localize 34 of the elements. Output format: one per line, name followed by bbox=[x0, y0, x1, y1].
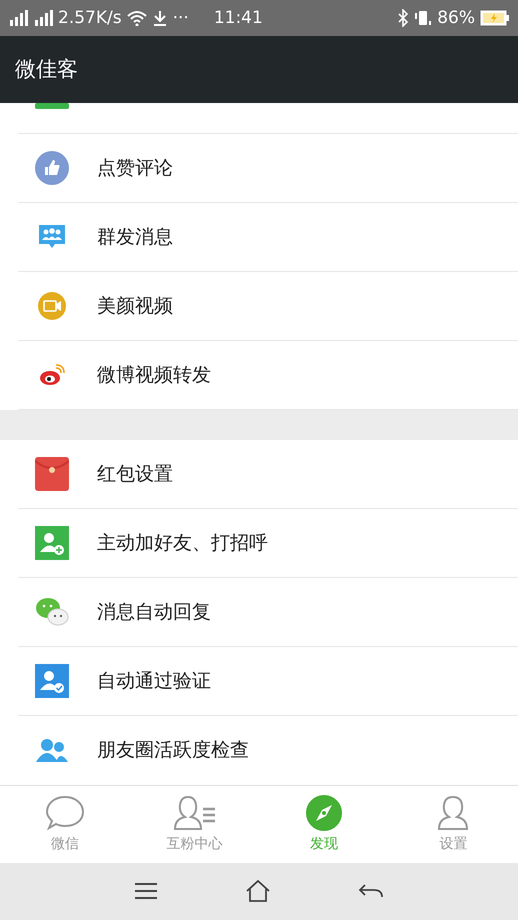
contacts-icon bbox=[171, 795, 218, 832]
back-icon[interactable] bbox=[358, 883, 384, 900]
menu-item[interactable]: 消息自动回复 bbox=[18, 578, 518, 647]
weibo-logo-icon bbox=[39, 364, 65, 386]
menu-item[interactable]: 朋友圈活跃度检查 bbox=[18, 716, 518, 785]
menu-icon[interactable] bbox=[134, 882, 158, 900]
menu-item[interactable]: 点赞评论 bbox=[18, 134, 518, 203]
menu-item[interactable]: 群发消息 bbox=[18, 202, 518, 272]
wifi-icon bbox=[126, 10, 147, 26]
menu-item[interactable]: 红包设置 bbox=[18, 440, 518, 509]
vibrate-icon bbox=[414, 8, 432, 27]
thumbs-up-icon bbox=[35, 150, 69, 185]
more-indicator: ··· bbox=[172, 8, 189, 28]
app-title: 微佳客 bbox=[15, 56, 78, 84]
chat-bubble-icon bbox=[44, 795, 85, 832]
friends-icon bbox=[36, 738, 68, 762]
envelope-icon bbox=[35, 456, 69, 491]
bluetooth-icon bbox=[397, 8, 410, 27]
network-speed: 2.57K/s bbox=[58, 8, 122, 28]
clock: 11:41 bbox=[214, 8, 263, 28]
chat-bubbles-icon bbox=[35, 596, 69, 627]
compass-icon bbox=[306, 795, 342, 832]
battery-icon bbox=[480, 10, 510, 26]
menu-item[interactable]: 自动通过验证 bbox=[18, 646, 518, 716]
menu-item[interactable]: 美颜视频 bbox=[18, 272, 518, 341]
signal-icon bbox=[33, 10, 53, 26]
download-icon bbox=[152, 10, 168, 26]
add-contact-icon bbox=[35, 526, 69, 560]
battery-level: 86% bbox=[437, 8, 475, 28]
menu-item[interactable]: 主动加好友、打招呼 bbox=[18, 508, 518, 578]
verified-contact-icon bbox=[35, 664, 69, 698]
video-camera-icon bbox=[37, 290, 67, 321]
home-icon[interactable] bbox=[246, 880, 270, 902]
signal-icon bbox=[8, 10, 28, 26]
